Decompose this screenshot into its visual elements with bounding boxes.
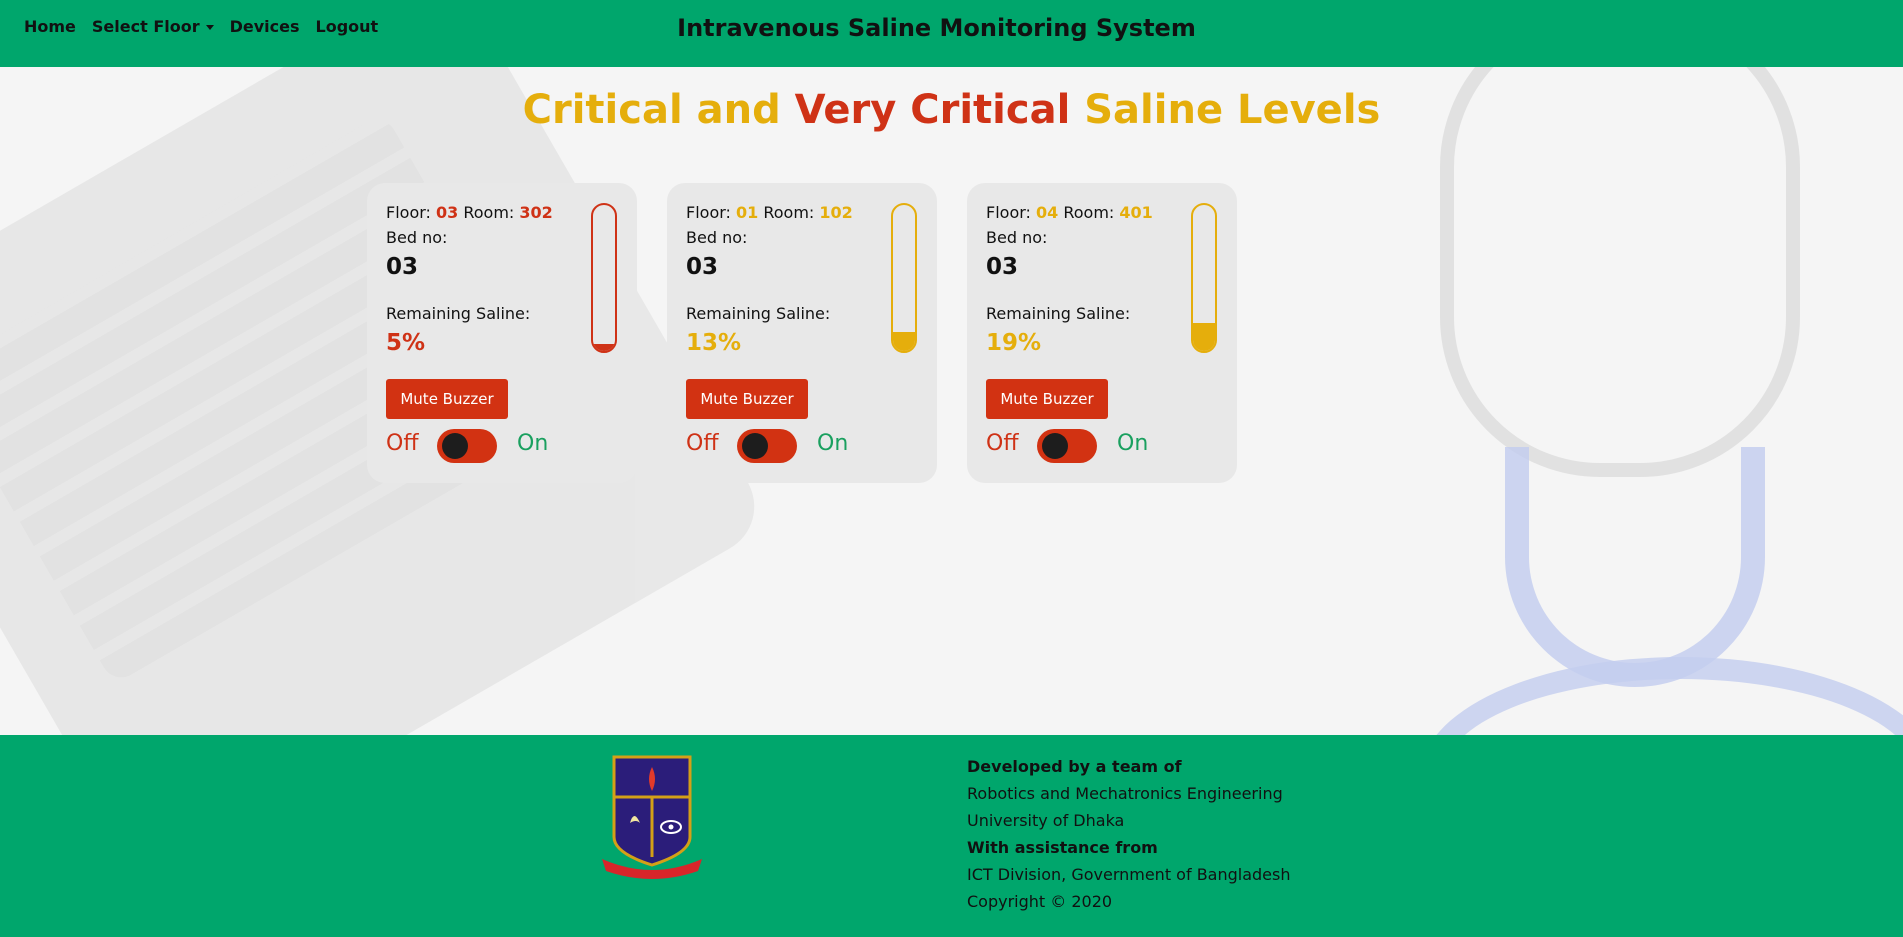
remaining-saline-value: 13% [686,330,742,356]
heading-very-critical: Very Critical [794,87,1071,133]
floor-label: Floor: [686,203,736,222]
saline-level-fill [593,343,615,351]
toggle-knob [742,433,768,459]
remaining-saline-value: 5% [386,330,426,356]
floor-value: 03 [436,203,459,222]
credits-line-department: Robotics and Mechatronics Engineering [967,784,1283,803]
bed-label: Bed no: [986,228,1048,247]
buzzer-off-label: Off [386,431,419,456]
background-stethoscope-loop [1420,657,1903,735]
floor-value: 04 [1036,203,1059,222]
toggle-knob [1042,433,1068,459]
room-value: 401 [1119,203,1153,222]
buzzer-off-label: Off [686,431,719,456]
heading-critical: Critical and [522,87,795,133]
credits-line-assistance: With assistance from [967,838,1158,857]
remaining-saline-label: Remaining Saline: [386,304,531,323]
saline-card: Floor: 03 Room: 302 Bed no: 03 Remaining… [367,183,637,483]
toggle-knob [442,433,468,459]
heading-saline-levels: Saline Levels [1070,87,1381,133]
floor-label: Floor: [986,203,1036,222]
bed-value: 03 [986,254,1019,280]
saline-level-gauge [891,203,917,353]
mute-buzzer-button[interactable]: Mute Buzzer [386,379,508,419]
buzzer-on-label: On [517,431,549,456]
saline-card: Floor: 04 Room: 401 Bed no: 03 Remaining… [967,183,1237,483]
university-crest-icon [602,755,702,879]
bed-value: 03 [686,254,719,280]
buzzer-off-label: Off [986,431,1019,456]
credits-line-ict: ICT Division, Government of Bangladesh [967,865,1291,884]
bed-label: Bed no: [386,228,448,247]
room-label: Room: [1058,203,1120,222]
mute-buzzer-button[interactable]: Mute Buzzer [986,379,1108,419]
card-location: Floor: 01 Room: 102 [686,203,853,222]
buzzer-toggle[interactable] [737,429,797,463]
saline-cards: Floor: 03 Room: 302 Bed no: 03 Remaining… [367,183,1237,483]
room-label: Room: [458,203,520,222]
buzzer-toggle[interactable] [1037,429,1097,463]
copyright-text: Copyright © 2020 [967,892,1113,911]
bed-label: Bed no: [686,228,748,247]
credits-line-team: Developed by a team of [967,757,1182,776]
floor-value: 01 [736,203,759,222]
mute-buzzer-button[interactable]: Mute Buzzer [686,379,808,419]
page-heading: Critical and Very Critical Saline Levels [0,87,1903,133]
background-stethoscope-tube [1505,447,1765,687]
card-location: Floor: 04 Room: 401 [986,203,1153,222]
credits-line-university: University of Dhaka [967,811,1125,830]
saline-level-fill [893,332,915,351]
buzzer-toggle[interactable] [437,429,497,463]
floor-label: Floor: [386,203,436,222]
main-content: Critical and Very Critical Saline Levels… [0,67,1903,735]
room-label: Room: [758,203,820,222]
app-title: Intravenous Saline Monitoring System [677,14,1196,42]
saline-card: Floor: 01 Room: 102 Bed no: 03 Remaining… [667,183,937,483]
card-location: Floor: 03 Room: 302 [386,203,553,222]
buzzer-on-label: On [817,431,849,456]
top-navbar: Home Select Floor Devices Logout Intrave… [0,0,1903,67]
saline-level-gauge [1191,203,1217,353]
bed-value: 03 [386,254,419,280]
footer-credits: Developed by a team of Robotics and Mech… [967,753,1291,915]
room-value: 102 [819,203,853,222]
room-value: 302 [519,203,553,222]
saline-level-fill [1193,323,1215,351]
page-footer: Developed by a team of Robotics and Mech… [0,735,1903,937]
remaining-saline-value: 19% [986,330,1042,356]
buzzer-on-label: On [1117,431,1149,456]
saline-level-gauge [591,203,617,353]
remaining-saline-label: Remaining Saline: [686,304,831,323]
remaining-saline-label: Remaining Saline: [986,304,1131,323]
